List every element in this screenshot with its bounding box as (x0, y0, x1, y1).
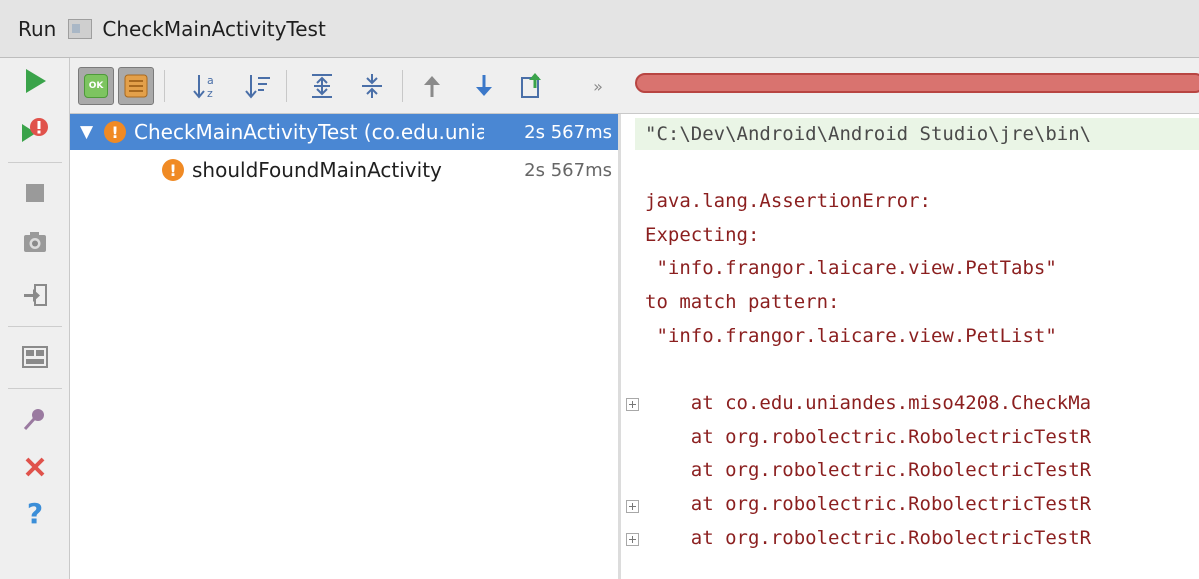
run-tool-window-header: Run CheckMainActivityTest (0, 0, 1199, 58)
test-class-name: CheckMainActivityTest (co.edu.uniandes.m… (134, 120, 484, 144)
next-failed-icon[interactable] (466, 67, 502, 105)
close-icon[interactable] (16, 448, 54, 486)
stack-trace-line: at org.robolectric.RobolectricTestR (645, 459, 1092, 481)
fold-expand-icon[interactable] (626, 398, 639, 411)
console-output[interactable]: "C:\Dev\Android\Android Studio\jre\bin\ … (621, 114, 1199, 579)
tree-row-test-class[interactable]: ▼ ! CheckMainActivityTest (co.edu.uniand… (70, 114, 618, 150)
stack-trace-line: at co.edu.uniandes.miso4208.CheckMa (645, 392, 1092, 414)
expand-arrow-icon[interactable]: ▼ (80, 122, 104, 142)
test-duration: 2s 567ms (524, 159, 612, 181)
fold-expand-icon[interactable] (626, 533, 639, 546)
stack-trace-line: at org.robolectric.RobolectricTestR (645, 527, 1092, 549)
expand-all-icon[interactable] (304, 67, 340, 105)
left-toolbar: ? (0, 58, 70, 579)
run-config-tab[interactable]: CheckMainActivityTest (102, 17, 325, 41)
svg-text:z: z (207, 87, 213, 100)
collapse-all-icon[interactable] (354, 67, 390, 105)
test-progress-bar (635, 73, 1199, 93)
test-method-name: shouldFoundMainActivity (192, 158, 442, 182)
console-line: to match pattern: (645, 291, 840, 313)
import-tests-icon[interactable] (16, 276, 54, 314)
console-line: "info.frangor.laicare.view.PetList" (645, 325, 1057, 347)
console-line: Expecting: (645, 224, 760, 246)
test-tree: ▼ ! CheckMainActivityTest (co.edu.uniand… (70, 114, 618, 579)
sort-alphabetically-icon[interactable]: a z (188, 67, 224, 105)
overflow-chevron: » (593, 76, 603, 96)
export-results-icon[interactable] (514, 67, 550, 105)
fold-expand-icon[interactable] (626, 500, 639, 513)
run-config-icon (68, 18, 93, 39)
console-line: java.lang.AssertionError: (645, 190, 931, 212)
sort-by-duration-icon[interactable] (240, 67, 276, 105)
stack-trace-line: at org.robolectric.RobolectricTestR (645, 426, 1092, 448)
show-ignored-toggle[interactable] (118, 67, 154, 105)
warning-status-icon: ! (162, 159, 184, 181)
run-icon[interactable] (16, 62, 54, 100)
test-runner-toolbar: OK a z » (70, 58, 1199, 114)
rerun-failed-icon[interactable] (16, 112, 54, 150)
help-icon[interactable]: ? (16, 494, 54, 532)
layout-icon[interactable] (16, 338, 54, 376)
svg-text:a: a (207, 74, 214, 87)
previous-failed-icon[interactable] (414, 67, 450, 105)
screenshot-icon[interactable] (16, 223, 54, 261)
stop-icon[interactable] (16, 174, 54, 212)
ok-badge: OK (88, 81, 104, 91)
toolbar-overflow-icon[interactable]: » (580, 67, 616, 105)
pin-icon[interactable] (16, 400, 54, 438)
console-command-line: "C:\Dev\Android\Android Studio\jre\bin\ (635, 118, 1199, 150)
tree-row-test-method[interactable]: ! shouldFoundMainActivity 2s 567ms (70, 152, 618, 188)
test-duration: 2s 567ms (524, 121, 612, 143)
run-label: Run (18, 16, 57, 41)
stack-trace-line: at org.robolectric.RobolectricTestR (645, 493, 1092, 515)
warning-status-icon: ! (104, 121, 126, 143)
console-line: "info.frangor.laicare.view.PetTabs" (645, 257, 1057, 279)
show-passed-toggle[interactable]: OK (78, 67, 114, 105)
